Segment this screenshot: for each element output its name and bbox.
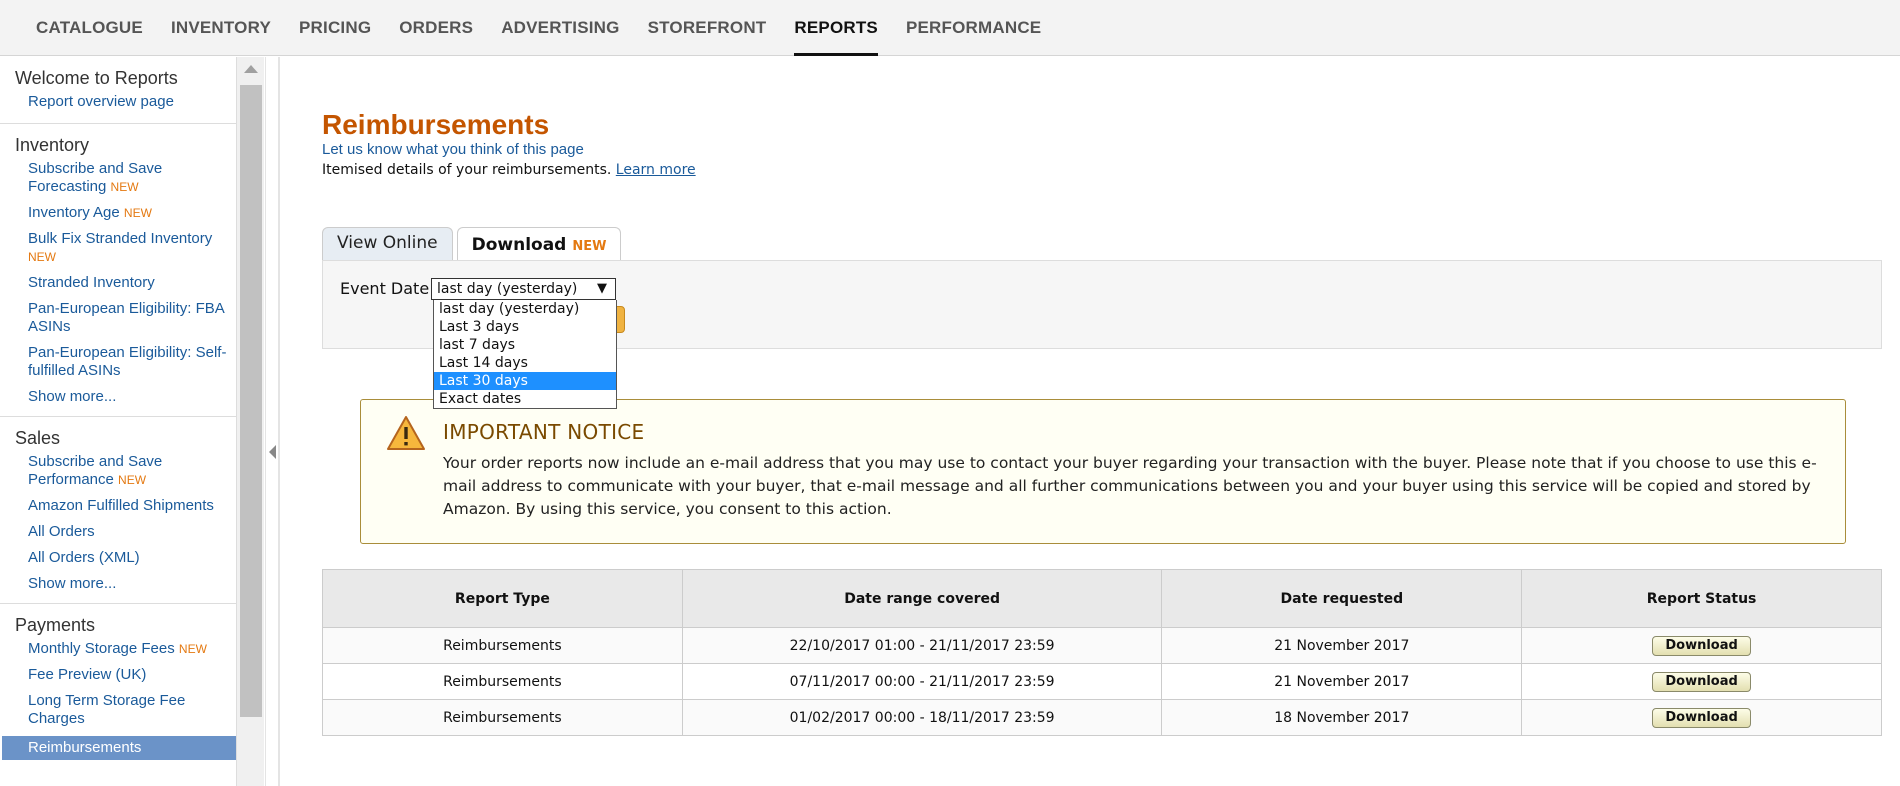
warning-icon <box>387 416 425 450</box>
sidebar-item-fee-preview[interactable]: Fee Preview (UK) <box>0 666 236 684</box>
cell-date-requested: 21 November 2017 <box>1161 663 1523 700</box>
event-date-label: Event Date <box>340 279 430 298</box>
new-badge: NEW <box>28 250 56 264</box>
sidebar-item-inventory-age[interactable]: Inventory Age NEW <box>0 204 236 222</box>
sidebar-item-reimbursements[interactable]: Reimbursements <box>2 736 236 760</box>
cell-date-range: 01/02/2017 00:00 - 18/11/2017 23:59 <box>681 699 1163 736</box>
sidebar-item-label: Bulk Fix Stranded Inventory <box>28 230 213 247</box>
sidebar-group-title: Welcome to Reports <box>15 68 178 88</box>
notice-title: IMPORTANT NOTICE <box>443 420 645 444</box>
nav-catalogue[interactable]: CATALOGUE <box>22 0 157 56</box>
sidebar-group-title: Inventory <box>15 135 90 155</box>
chevron-left-icon[interactable] <box>269 445 276 459</box>
sidebar-item-bulk-fix-stranded[interactable]: Bulk Fix Stranded Inventory NEW <box>0 230 236 266</box>
reports-table: Report Type Date range covered Date requ… <box>322 569 1882 736</box>
sidebar-group-welcome: Welcome to Reports Report overview page <box>0 57 236 124</box>
dropdown-option[interactable]: Exact dates <box>434 390 616 408</box>
cell-status: Download <box>1521 627 1882 664</box>
column-header: Report Status <box>1521 569 1882 628</box>
sidebar-collapse-handle[interactable] <box>265 57 280 786</box>
column-header: Report Type <box>322 569 683 628</box>
subtitle-text: Itemised details of your reimbursements. <box>322 162 612 178</box>
table-row: Reimbursements 22/10/2017 01:00 - 21/11/… <box>322 627 1882 664</box>
sidebar-item-paneu-fba[interactable]: Pan-European Eligibility: FBA ASINs <box>0 300 236 336</box>
cell-date-requested: 21 November 2017 <box>1161 627 1523 664</box>
new-badge: NEW <box>178 642 207 656</box>
feedback-link[interactable]: Let us know what you think of this page <box>322 141 584 158</box>
sidebar-item-sns-performance[interactable]: Subscribe and Save Performance NEW <box>0 453 236 489</box>
sidebar-item-all-orders[interactable]: All Orders <box>0 523 236 541</box>
sidebar-item-label: Subscribe and Save Forecasting <box>28 160 163 195</box>
scroll-up-icon[interactable] <box>244 65 258 73</box>
download-button[interactable]: Download <box>1652 671 1751 692</box>
sidebar-item-label: Monthly Storage Fees <box>28 640 175 657</box>
sidebar-item-stranded-inventory[interactable]: Stranded Inventory <box>0 274 236 292</box>
sidebar-group-title: Payments <box>15 615 96 635</box>
page-subtitle: Itemised details of your reimbursements.… <box>322 162 696 178</box>
event-date-select[interactable]: last day (yesterday) ▼ <box>431 278 616 300</box>
page-title: Reimbursements <box>322 109 550 140</box>
dropdown-option-highlighted[interactable]: Last 30 days <box>434 372 616 390</box>
nav-storefront[interactable]: STOREFRONT <box>634 0 781 56</box>
sidebar-item-all-orders-xml[interactable]: All Orders (XML) <box>0 549 236 567</box>
cell-date-requested: 18 November 2017 <box>1161 699 1523 736</box>
column-header: Date requested <box>1161 569 1523 628</box>
new-badge: NEW <box>110 180 139 194</box>
table-row: Reimbursements 07/11/2017 00:00 - 21/11/… <box>322 663 1882 700</box>
important-notice: IMPORTANT NOTICE Your order reports now … <box>360 399 1846 544</box>
new-badge: NEW <box>118 473 147 487</box>
caret-down-icon: ▼ <box>597 281 607 296</box>
download-button[interactable]: Download <box>1652 707 1751 728</box>
top-navigation: CATALOGUE INVENTORY PRICING ORDERS ADVER… <box>0 0 1900 56</box>
sidebar-item-paneu-self[interactable]: Pan-European Eligibility: Self-fulfilled… <box>0 344 236 380</box>
report-tabs: View Online Download NEW <box>322 227 625 262</box>
cell-report-type: Reimbursements <box>322 663 683 700</box>
dropdown-option[interactable]: last day (yesterday) <box>434 300 616 318</box>
sidebar-item-show-more[interactable]: Show more... <box>0 575 236 593</box>
dropdown-option[interactable]: Last 3 days <box>434 318 616 336</box>
select-value: last day (yesterday) <box>437 281 578 297</box>
scrollbar-thumb[interactable] <box>240 85 262 717</box>
tab-download[interactable]: Download NEW <box>456 227 622 262</box>
tab-label: Download <box>471 235 567 255</box>
sidebar-group-sales: Sales Subscribe and Save Performance NEW… <box>0 417 236 604</box>
sidebar-item-afn-shipments[interactable]: Amazon Fulfilled Shipments <box>0 497 236 515</box>
nav-pricing[interactable]: PRICING <box>285 0 385 56</box>
nav-orders[interactable]: ORDERS <box>385 0 487 56</box>
sidebar: Welcome to Reports Report overview page … <box>0 57 236 786</box>
nav-inventory[interactable]: INVENTORY <box>157 0 285 56</box>
sidebar-group-inventory: Inventory Subscribe and Save Forecasting… <box>0 124 236 417</box>
sidebar-group-title: Sales <box>15 428 61 448</box>
tab-view-online[interactable]: View Online <box>322 227 453 260</box>
notice-body: Your order reports now include an e-mail… <box>443 454 1817 518</box>
sidebar-item-show-more[interactable]: Show more... <box>0 388 236 406</box>
sidebar-item-sns-forecasting[interactable]: Subscribe and Save Forecasting NEW <box>0 160 236 196</box>
sidebar-item-monthly-storage-fees[interactable]: Monthly Storage Fees NEW <box>0 640 236 658</box>
sidebar-group-payments: Payments Monthly Storage Fees NEW Fee Pr… <box>0 604 236 770</box>
nav-performance[interactable]: PERFORMANCE <box>892 0 1055 56</box>
cell-report-type: Reimbursements <box>322 699 683 736</box>
cell-date-range: 07/11/2017 00:00 - 21/11/2017 23:59 <box>681 663 1163 700</box>
nav-reports[interactable]: REPORTS <box>780 0 892 56</box>
new-badge: NEW <box>123 206 152 220</box>
cell-status: Download <box>1521 663 1882 700</box>
dropdown-option[interactable]: last 7 days <box>434 336 616 354</box>
download-button[interactable]: Download <box>1652 635 1751 656</box>
sidebar-scrollbar[interactable] <box>236 57 264 786</box>
new-badge: NEW <box>572 239 607 254</box>
table-header-row: Report Type Date range covered Date requ… <box>322 569 1882 628</box>
sidebar-item-report-overview[interactable]: Report overview page <box>0 93 236 111</box>
event-date-dropdown: last day (yesterday) Last 3 days last 7 … <box>433 300 617 409</box>
sidebar-item-long-term-storage[interactable]: Long Term Storage Fee Charges <box>0 692 236 728</box>
learn-more-link[interactable]: Learn more <box>616 162 696 178</box>
cell-report-type: Reimbursements <box>322 627 683 664</box>
sidebar-item-label: Inventory Age <box>28 204 120 221</box>
dropdown-option[interactable]: Last 14 days <box>434 354 616 372</box>
download-panel: Event Date last day (yesterday) ▼ last d… <box>322 260 1882 409</box>
nav-advertising[interactable]: ADVERTISING <box>487 0 633 56</box>
cell-date-range: 22/10/2017 01:00 - 21/11/2017 23:59 <box>681 627 1163 664</box>
column-header: Date range covered <box>681 569 1163 628</box>
table-row: Reimbursements 01/02/2017 00:00 - 18/11/… <box>322 699 1882 736</box>
cell-status: Download <box>1521 699 1882 736</box>
